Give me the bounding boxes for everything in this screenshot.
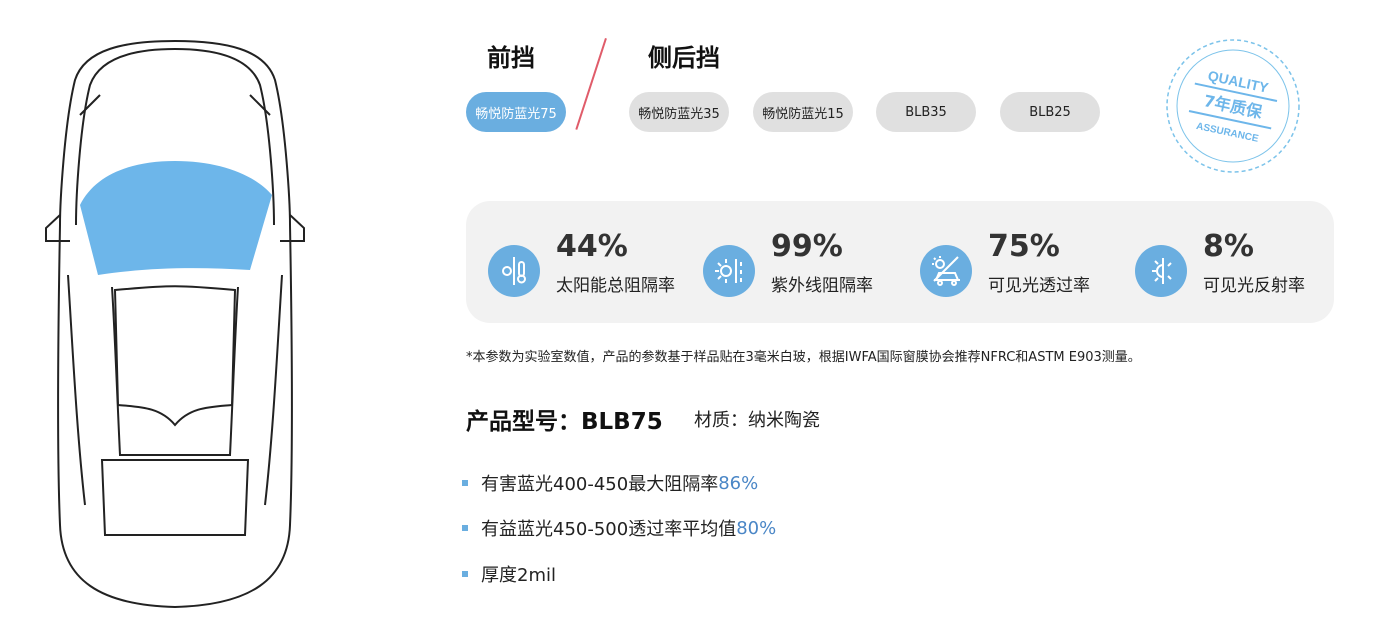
stat-label: 太阳能总阻隔率 — [556, 276, 675, 296]
tab-divider — [575, 38, 607, 130]
stat-label: 可见光透过率 — [988, 276, 1090, 296]
quality-assurance-badge: QUALITY 7年质保 ASSURANCE — [1166, 39, 1300, 173]
stat-value: 44% — [556, 229, 628, 264]
tab-front-windshield[interactable]: 前挡 — [487, 38, 535, 73]
bullet-icon — [462, 480, 468, 486]
product-pill-changyue-75[interactable]: 畅悦防蓝光75 — [466, 92, 566, 132]
stat-label: 紫外线阻隔率 — [771, 276, 873, 296]
feature-text: 有害蓝光400-450最大阻隔率 — [481, 474, 719, 495]
thermometer-sun-icon — [488, 245, 540, 297]
feature-item: 有益蓝光450-500透过率平均值 80% — [462, 515, 776, 541]
bullet-icon — [462, 525, 468, 531]
stat-label: 可见光反射率 — [1203, 276, 1305, 296]
feature-item: 厚度2mil — [462, 561, 556, 587]
tab-side-rear-windows[interactable]: 侧后挡 — [648, 38, 720, 73]
windshield-highlight — [80, 161, 272, 275]
feature-text: 厚度2mil — [481, 565, 556, 586]
sun-reflect-icon — [1135, 245, 1187, 297]
performance-stats-panel: 44% 太阳能总阻隔率 99% 紫外线阻隔率 75% 可见光透过率 8% 可见光… — [466, 201, 1334, 323]
bullet-icon — [462, 571, 468, 577]
product-material: 材质：纳米陶瓷 — [694, 410, 820, 431]
product-pill-changyue-15[interactable]: 畅悦防蓝光15 — [753, 92, 853, 132]
measurement-note: *本参数为实验室数值，产品的参数基于样品贴在3毫米白玻，根据IWFA国际窗膜协会… — [466, 350, 1141, 365]
product-model-title: 产品型号：BLB75 — [466, 409, 663, 435]
product-pill-blb25[interactable]: BLB25 — [1000, 92, 1100, 132]
stat-value: 99% — [771, 229, 843, 264]
badge-top-text: QUALITY — [1206, 67, 1270, 96]
product-pill-changyue-35[interactable]: 畅悦防蓝光35 — [629, 92, 729, 132]
stat-value: 75% — [988, 229, 1060, 264]
feature-text: 有益蓝光450-500透过率平均值 — [481, 519, 737, 540]
feature-highlight: 86% — [718, 472, 759, 494]
stat-value: 8% — [1203, 229, 1254, 264]
feature-highlight: 80% — [736, 517, 777, 539]
product-pill-blb35[interactable]: BLB35 — [876, 92, 976, 132]
car-sun-icon — [920, 245, 972, 297]
car-top-view-diagram — [45, 39, 305, 609]
uv-sun-icon — [703, 245, 755, 297]
feature-item: 有害蓝光400-450最大阻隔率 86% — [462, 470, 758, 496]
